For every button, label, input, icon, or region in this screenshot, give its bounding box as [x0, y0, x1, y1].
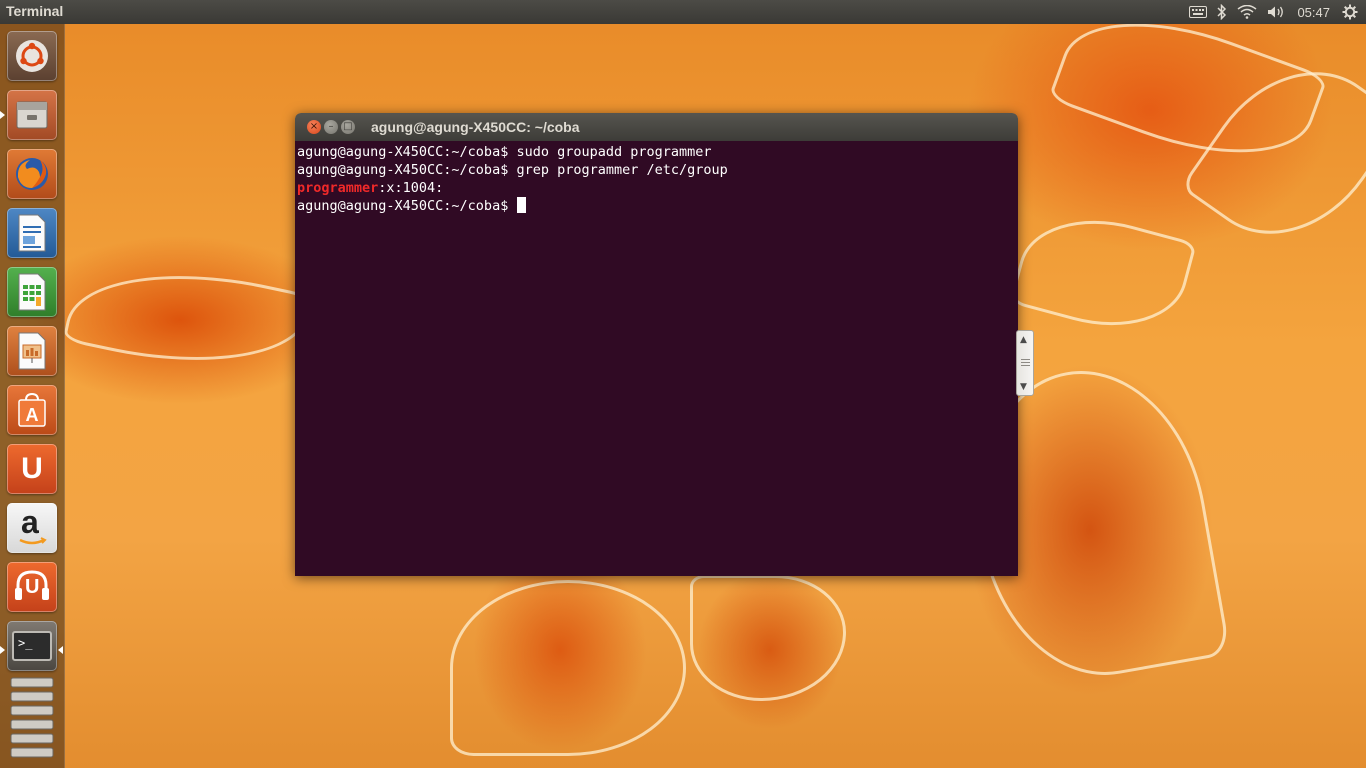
- window-titlebar[interactable]: × – □ agung@agung-X450CC: ~/coba: [295, 113, 1018, 141]
- terminal-prompt: agung@agung-X450CC:~/coba$: [297, 198, 517, 214]
- scrollbar-grip: [1021, 365, 1030, 366]
- terminal-prompt-line: agung@agung-X450CC:~/coba$: [297, 197, 1018, 215]
- maximize-button[interactable]: □: [341, 120, 355, 134]
- ubuntu-one-icon[interactable]: U: [7, 444, 57, 494]
- close-button[interactable]: ×: [307, 120, 321, 134]
- indicator-area: 05:47: [1189, 0, 1366, 24]
- workspace-switcher-icon[interactable]: [7, 676, 57, 764]
- running-indicator: [0, 646, 5, 654]
- libreoffice-calc-icon[interactable]: [7, 267, 57, 317]
- focused-indicator: [58, 646, 63, 654]
- libreoffice-writer-icon[interactable]: [7, 208, 57, 258]
- terminal-line: agung@agung-X450CC:~/coba$ sudo groupadd…: [297, 144, 712, 160]
- wifi-icon[interactable]: [1237, 0, 1257, 24]
- wallpaper-leaf: [450, 580, 686, 756]
- terminal-icon[interactable]: >_: [7, 621, 57, 671]
- active-app-title: Terminal: [6, 3, 64, 19]
- gear-icon[interactable]: [1342, 0, 1358, 24]
- ubuntu-one-glyph: U: [21, 452, 43, 485]
- terminal-glyph: >_: [18, 636, 33, 650]
- grep-match-rest: :x:1004:: [378, 180, 444, 196]
- window-title: agung@agung-X450CC: ~/coba: [371, 119, 580, 135]
- wallpaper-leaf: [1009, 200, 1197, 346]
- running-indicator: [0, 111, 5, 119]
- top-panel: Terminal 05:47: [0, 0, 1366, 24]
- firefox-icon[interactable]: [7, 149, 57, 199]
- scroll-down-arrow[interactable]: ▼: [1020, 382, 1027, 392]
- launcher: A U a U >_: [0, 24, 65, 768]
- ubuntu-one-music-glyph: U: [25, 576, 40, 598]
- text-cursor: [517, 197, 527, 213]
- files-icon[interactable]: [7, 90, 57, 140]
- volume-icon[interactable]: [1267, 0, 1287, 24]
- libreoffice-impress-icon[interactable]: [7, 326, 57, 376]
- terminal-window[interactable]: × – □ agung@agung-X450CC: ~/coba agung@a…: [295, 113, 1018, 576]
- wallpaper-leaf: [62, 246, 314, 390]
- ubuntu-dash-icon[interactable]: [7, 31, 57, 81]
- keyboard-input-icon[interactable]: [1189, 0, 1208, 24]
- software-center-glyph: A: [26, 405, 39, 425]
- terminal-line: agung@agung-X450CC:~/coba$ grep programm…: [297, 162, 728, 178]
- bluetooth-icon[interactable]: [1217, 0, 1227, 24]
- software-center-icon[interactable]: A: [7, 385, 57, 435]
- terminal-output[interactable]: agung@agung-X450CC:~/coba$ sudo groupadd…: [295, 141, 1018, 576]
- clock[interactable]: 05:47: [1297, 0, 1330, 24]
- scroll-up-arrow[interactable]: ▲: [1020, 335, 1027, 345]
- scrollbar-grip: [1021, 359, 1030, 360]
- ubuntu-one-music-icon[interactable]: U: [7, 562, 57, 612]
- terminal-scrollbar[interactable]: ▲ ▼: [1016, 330, 1034, 396]
- amazon-icon[interactable]: a: [7, 503, 57, 553]
- minimize-button[interactable]: –: [324, 120, 338, 134]
- scrollbar-grip: [1021, 362, 1030, 363]
- terminal-line: programmer:x:1004:: [297, 179, 1018, 197]
- grep-match-highlight: programmer: [297, 180, 379, 196]
- wallpaper-leaf: [690, 575, 846, 701]
